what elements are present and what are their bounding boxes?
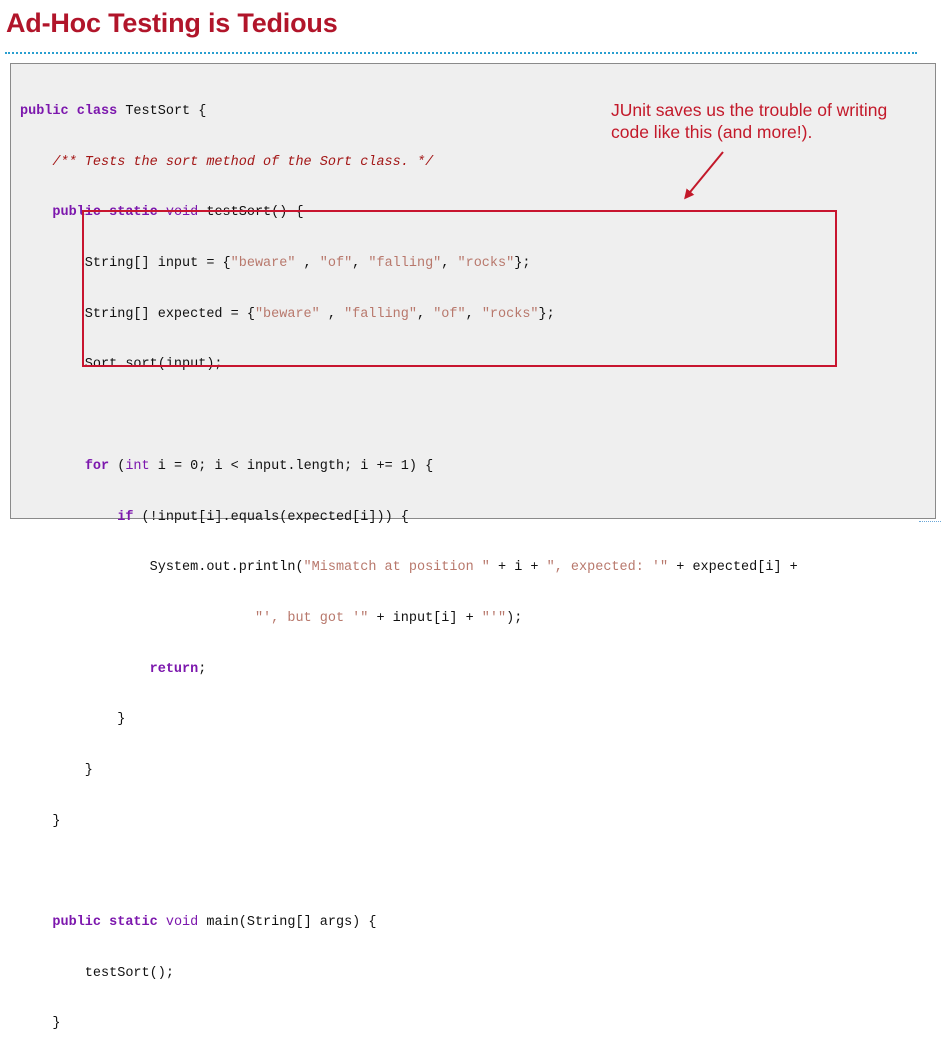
code-line: public static void main(String[] args) {	[20, 913, 798, 934]
code-line: }	[20, 812, 798, 833]
code-text: testSort();	[20, 965, 174, 981]
code-text: System.out.println(	[20, 560, 304, 576]
code-text: ;	[198, 661, 207, 677]
code-line: }	[20, 710, 798, 731]
code-string: ", expected: '"	[546, 560, 669, 576]
code-string: "'"	[481, 610, 507, 626]
code-string: "Mismatch at position "	[303, 560, 490, 576]
code-line: testSort();	[20, 964, 798, 985]
code-type: void	[165, 915, 199, 930]
code-text: }	[20, 712, 126, 728]
code-line: }	[20, 761, 798, 782]
code-text: + i +	[489, 560, 547, 576]
corner-mark	[919, 521, 941, 524]
code-line: return;	[20, 660, 798, 681]
code-text: );	[506, 610, 523, 626]
code-string: "', but got '"	[254, 610, 369, 626]
code-text: }	[20, 813, 61, 829]
code-text: + expected[i] +	[668, 560, 798, 576]
code-line: System.out.println("Mismatch at position…	[20, 558, 798, 579]
code-keyword: public	[52, 915, 102, 930]
code-text: }	[20, 1016, 61, 1032]
code-text: main(String[] args) {	[198, 915, 377, 930]
annotation-arrow-icon	[684, 151, 724, 200]
code-keyword: static	[109, 915, 158, 930]
code-text: }	[20, 762, 93, 778]
code-text: + input[i] +	[368, 610, 482, 626]
code-line: "', but got '" + input[i] + "'");	[20, 609, 798, 630]
code-line: }	[20, 1014, 798, 1035]
code-keyword: return	[149, 661, 199, 677]
